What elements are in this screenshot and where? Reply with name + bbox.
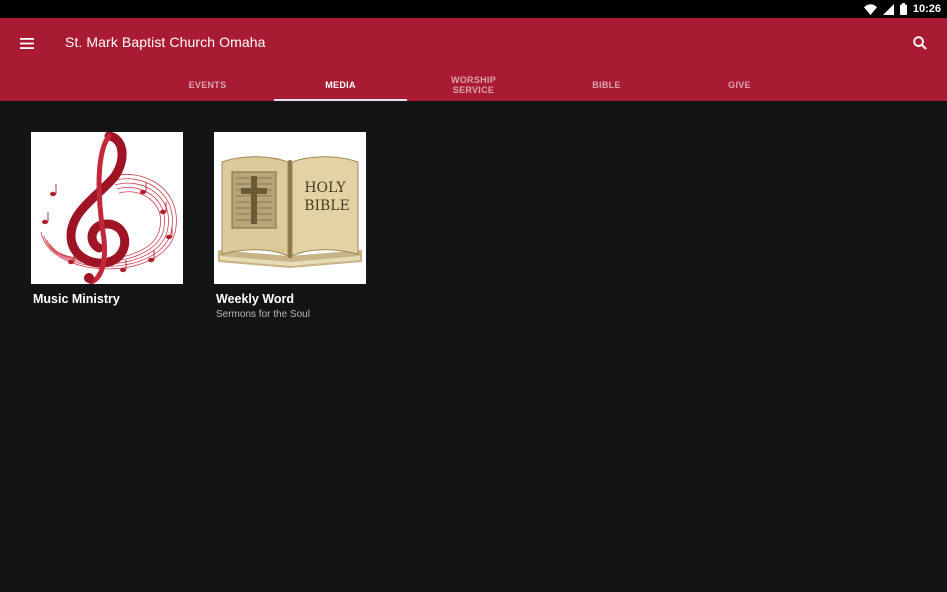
- media-card-title: Weekly Word: [216, 292, 295, 306]
- tab-label: WORSHIP SERVICE: [450, 75, 497, 95]
- media-grid: Music Ministry HOLY BIBLE Weekly Word Se…: [31, 132, 366, 320]
- media-card-title: Music Ministry: [33, 292, 120, 306]
- tab-worship-service[interactable]: WORSHIP SERVICE: [407, 69, 540, 101]
- app-bar: St. Mark Baptist Church Omaha EVENTS MED…: [0, 18, 947, 101]
- tab-label: BIBLE: [592, 80, 621, 90]
- app-title: St. Mark Baptist Church Omaha: [65, 34, 266, 50]
- bible-cover-title-line2: BIBLE: [304, 198, 350, 214]
- media-card-music-ministry[interactable]: Music Ministry: [31, 132, 183, 320]
- wifi-icon: [863, 3, 877, 15]
- treble-clef-music-notes-image: [31, 132, 183, 284]
- tab-label: GIVE: [728, 80, 751, 90]
- bible-cover-title-line1: HOLY: [304, 180, 346, 196]
- tab-bar: EVENTS MEDIA WORSHIP SERVICE BIBLE GIVE: [141, 69, 806, 101]
- tab-media[interactable]: MEDIA: [274, 69, 407, 101]
- status-time: 10:26: [912, 3, 941, 15]
- hamburger-menu-icon[interactable]: [14, 30, 40, 56]
- tab-events[interactable]: EVENTS: [141, 69, 274, 101]
- signal-icon: [882, 3, 894, 15]
- search-icon[interactable]: [907, 30, 933, 56]
- tab-give[interactable]: GIVE: [673, 69, 806, 101]
- open-holy-bible-image: HOLY BIBLE: [214, 132, 366, 284]
- status-bar: 10:26: [0, 0, 947, 18]
- battery-icon: [899, 3, 907, 15]
- media-card-weekly-word[interactable]: HOLY BIBLE Weekly Word Sermons for the S…: [214, 132, 366, 320]
- tab-label: EVENTS: [188, 80, 227, 90]
- media-card-subtitle: Sermons for the Soul: [216, 309, 310, 320]
- tab-label: MEDIA: [325, 80, 356, 90]
- tab-bible[interactable]: BIBLE: [540, 69, 673, 101]
